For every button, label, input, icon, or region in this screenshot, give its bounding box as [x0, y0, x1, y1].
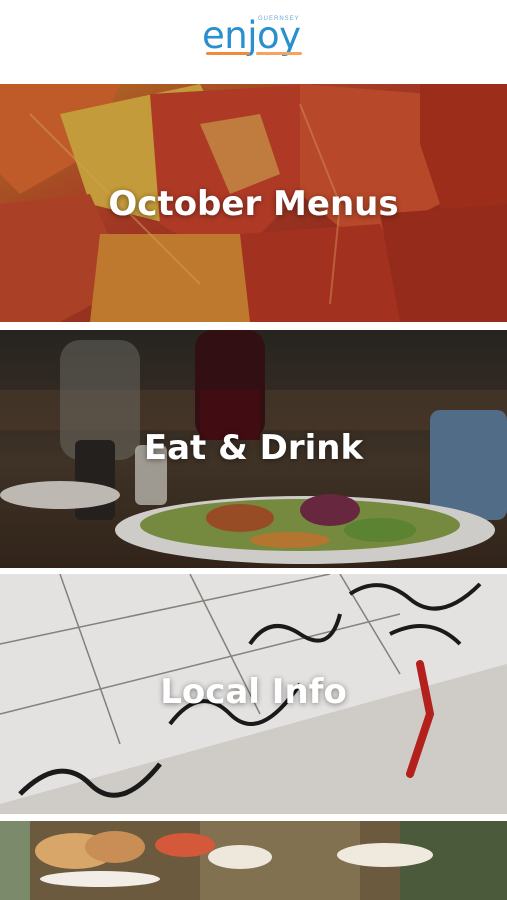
logo-underline-icon: [206, 52, 302, 55]
october-menus-title: October Menus: [108, 184, 399, 224]
app-screen: GUERNSEY enjoy October Menus Eat & Drink…: [0, 0, 507, 900]
eat-drink-card[interactable]: Eat & Drink: [0, 330, 507, 568]
afternoon-tea-image: [0, 821, 507, 900]
app-header: GUERNSEY enjoy: [0, 0, 507, 84]
afternoon-tea-card[interactable]: [0, 821, 507, 900]
eat-drink-title: Eat & Drink: [143, 428, 364, 468]
enjoy-guernsey-logo[interactable]: GUERNSEY enjoy: [200, 12, 308, 60]
local-info-card[interactable]: Local Info: [0, 574, 507, 814]
october-menus-card[interactable]: October Menus: [0, 84, 507, 322]
logo-text: enjoy: [202, 14, 301, 57]
local-info-title: Local Info: [160, 672, 347, 712]
